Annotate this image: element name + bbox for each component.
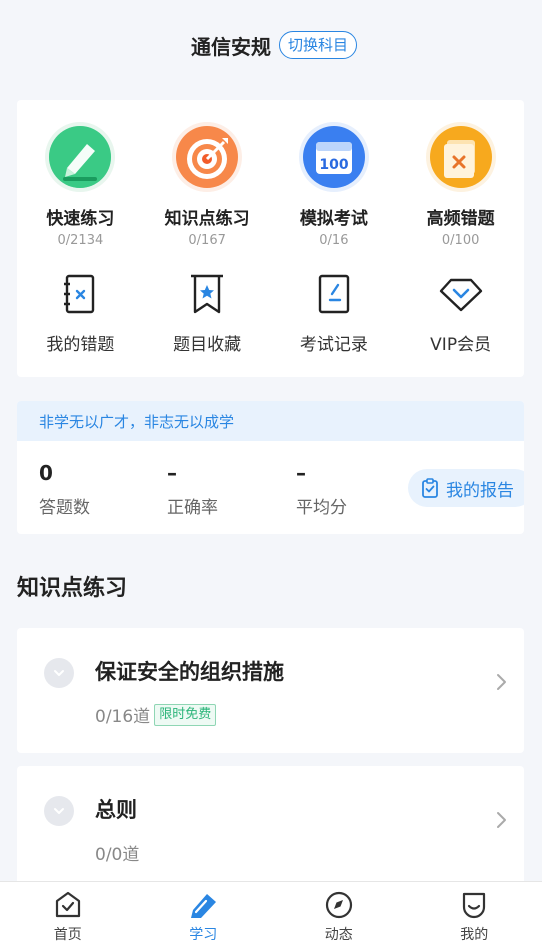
knowledge-point-count: 0/0道	[95, 845, 140, 865]
vip-label: VIP会员	[430, 335, 492, 355]
bottom-tab-bar: 首页 学习 动态 我的	[0, 881, 542, 951]
knowledge-point-count: 0/16道	[95, 707, 151, 727]
answered-stat: 0 答题数	[39, 461, 90, 518]
frequent-errors-progress: 0/100	[441, 233, 480, 248]
accuracy-value: –	[167, 461, 177, 485]
tab-profile[interactable]: 我的	[407, 882, 542, 951]
svg-text:100: 100	[319, 157, 348, 173]
average-score-label: 平均分	[296, 498, 347, 518]
home-icon	[55, 891, 80, 918]
my-report-label: 我的报告	[446, 480, 514, 501]
chevron-down-icon	[54, 808, 64, 814]
my-errors-button[interactable]: 我的错题	[17, 272, 144, 355]
tab-home-label: 首页	[53, 927, 82, 943]
tab-feed[interactable]: 动态	[271, 882, 407, 951]
switch-subject-button[interactable]: 切换科目	[278, 31, 357, 59]
knowledge-point-title: 总则	[95, 798, 137, 822]
diamond-icon	[439, 278, 482, 312]
knowledge-point-item[interactable]: 总则 0/0道	[17, 766, 524, 891]
section-title: 知识点练习	[17, 576, 128, 601]
quick-practice-label: 快速练习	[46, 209, 115, 229]
frequent-errors-label: 高频错题	[426, 209, 495, 229]
target-icon	[172, 122, 243, 192]
tab-study[interactable]: 学习	[136, 882, 272, 951]
average-score-value: –	[296, 461, 306, 485]
bookmark-star-icon	[191, 274, 224, 314]
page-title: 通信安规	[190, 34, 271, 59]
quick-practice-button[interactable]: 快速练习 0/2134	[17, 122, 144, 248]
study-pencil-icon	[191, 894, 217, 918]
chevron-right-icon	[497, 812, 506, 828]
compass-icon	[325, 891, 352, 919]
quick-practice-progress: 0/2134	[57, 233, 104, 248]
my-errors-label: 我的错题	[46, 335, 115, 355]
pencil-icon	[45, 122, 116, 192]
accuracy-stat: – 正确率	[167, 461, 218, 518]
calendar-100-icon: 100	[298, 122, 369, 192]
knowledge-practice-label: 知识点练习	[164, 209, 250, 229]
motto-banner: 非学无以广才，非志无以成学	[17, 401, 524, 441]
mock-exam-label: 模拟考试	[299, 209, 368, 229]
my-report-button[interactable]: 我的报告	[408, 469, 524, 507]
answered-label: 答题数	[39, 498, 90, 518]
exam-records-button[interactable]: 考试记录	[271, 272, 398, 355]
tab-feed-label: 动态	[324, 927, 353, 943]
average-score-stat: – 平均分	[296, 461, 347, 518]
exam-records-label: 考试记录	[299, 335, 368, 355]
answered-value: 0	[39, 461, 53, 485]
accuracy-label: 正确率	[167, 498, 218, 518]
practice-card: 快速练习 0/2134 知识点练习 0/167 100 模拟考试 0/16 高频…	[17, 100, 524, 377]
knowledge-practice-button[interactable]: 知识点练习 0/167	[144, 122, 271, 248]
knowledge-practice-progress: 0/167	[188, 233, 226, 248]
chevron-down-icon	[54, 670, 64, 676]
frequent-errors-button[interactable]: 高频错题 0/100	[397, 122, 524, 248]
knowledge-point-progress: 0/16道 限时免费	[95, 702, 217, 727]
chevron-right-icon	[497, 674, 506, 690]
favorites-label: 题目收藏	[173, 335, 242, 355]
wrong-book-icon	[64, 274, 95, 314]
favorites-button[interactable]: 题目收藏	[144, 272, 271, 355]
free-badge: 限时免费	[154, 703, 217, 726]
knowledge-point-title: 保证安全的组织措施	[95, 660, 284, 684]
stats-card: 非学无以广才，非志无以成学 0 答题数 – 正确率 – 平均分 我的报告	[17, 401, 524, 534]
exam-record-icon	[318, 274, 350, 314]
vip-button[interactable]: VIP会员	[397, 272, 524, 355]
expand-toggle[interactable]	[44, 796, 74, 826]
profile-icon	[463, 892, 486, 919]
expand-toggle[interactable]	[44, 658, 74, 688]
mock-exam-button[interactable]: 100 模拟考试 0/16	[271, 122, 398, 248]
tab-home[interactable]: 首页	[0, 882, 136, 951]
header: 通信安规 切换科目	[0, 0, 542, 90]
tab-study-label: 学习	[189, 927, 218, 943]
clipboard-check-icon	[422, 478, 438, 498]
mock-exam-progress: 0/16	[319, 233, 349, 248]
knowledge-point-item[interactable]: 保证安全的组织措施 0/16道 限时免费	[17, 628, 524, 753]
knowledge-point-progress: 0/0道	[95, 840, 139, 865]
tab-profile-label: 我的	[460, 927, 489, 943]
wrong-paper-icon	[425, 122, 496, 192]
